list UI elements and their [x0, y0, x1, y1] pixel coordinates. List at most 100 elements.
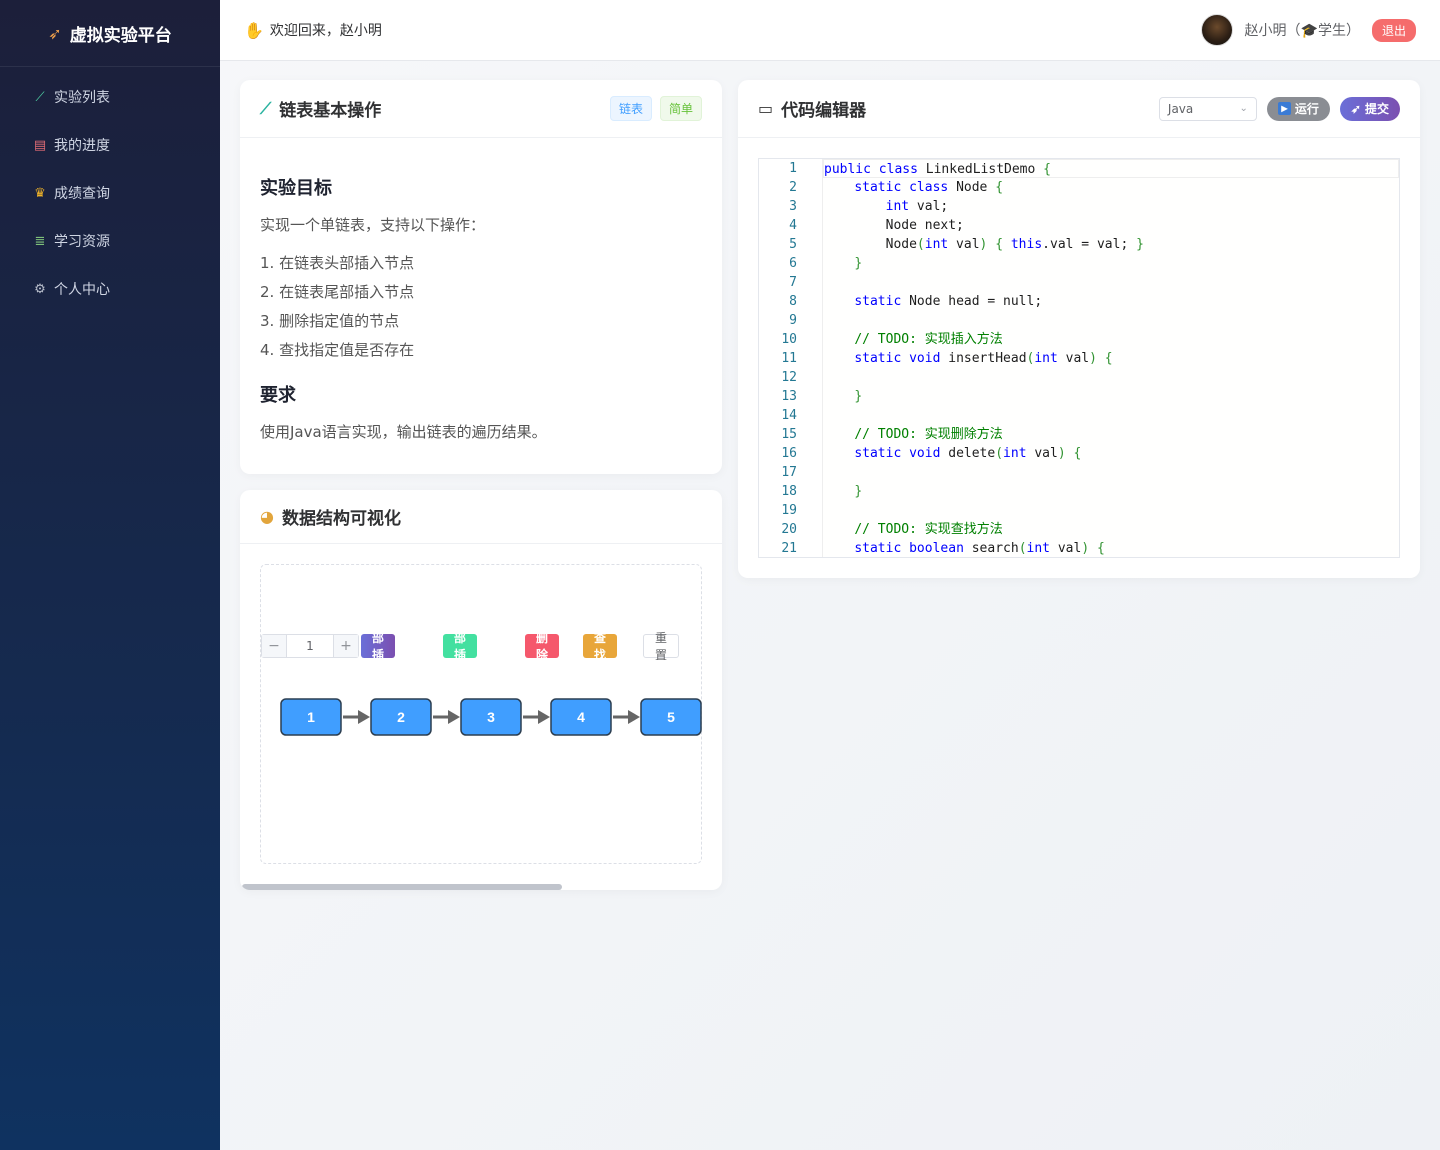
code-line[interactable]: static boolean search(int val) { — [823, 539, 1399, 557]
line-number: 13 — [781, 389, 797, 404]
line-number: 17 — [781, 465, 797, 480]
line-number: 21 — [781, 541, 797, 556]
line-number: 9 — [789, 313, 797, 328]
code-line[interactable]: static void insertHead(int val) { — [823, 349, 1399, 368]
sidebar-item-profile[interactable]: ⚙ 个人中心 — [0, 265, 220, 313]
line-number: 2 — [789, 180, 797, 195]
horizontal-scrollbar[interactable] — [242, 884, 562, 890]
line-number: 5 — [789, 237, 797, 252]
chart-icon: ▤ — [33, 137, 47, 153]
code-line[interactable] — [823, 406, 1399, 425]
insert-tail-button[interactable]: 尾部插入 — [443, 614, 478, 679]
viz-title-text: 数据结构可视化 — [281, 509, 401, 529]
list-item: 2. 在链表尾部插入节点 — [260, 283, 415, 301]
stepper-value[interactable]: 1 — [286, 635, 334, 657]
laptop-icon: ▭ — [758, 99, 774, 118]
code-editor[interactable]: 1 2 3 4 5 6 7 8 9 10 11 12 13 14 15 16 17 18 19 20 21 public… — [758, 158, 1400, 558]
submit-button[interactable]: ➶ 提交 — [1339, 96, 1400, 121]
code-line[interactable] — [823, 368, 1399, 387]
tag-difficulty: 简单 — [659, 96, 702, 121]
chevron-down-icon: ⌄ — [1239, 103, 1248, 114]
sidebar-nav: ⟋ 实验列表 ▤ 我的进度 ♛ 成绩查询 ≣ 学习资源 ⚙ 个人中心 — [0, 67, 220, 313]
stepper-plus-button[interactable]: + — [334, 635, 358, 657]
task-body: 实验目标 实现一个单链表，支持以下操作： 1. 在链表头部插入节点 2. 在链表… — [240, 138, 722, 476]
stepper-minus-button[interactable]: − — [262, 635, 286, 657]
list-arrow-head — [538, 710, 550, 724]
brand-title: 虚拟实验平台 — [69, 25, 172, 46]
goal-heading: 实验目标 — [260, 178, 332, 199]
sidebar-item-label: 成绩查询 — [54, 186, 110, 202]
list-item: 3. 删除指定值的节点 — [260, 312, 400, 330]
welcome-text: 欢迎回来，赵小明 — [269, 23, 382, 39]
sidebar-item-experiments[interactable]: ⟋ 实验列表 — [0, 73, 220, 121]
list-item: 4. 查找指定值是否存在 — [260, 341, 415, 359]
list-node-label: 3 — [487, 709, 495, 725]
sidebar-item-label: 实验列表 — [54, 90, 110, 106]
palette-icon: ◕ — [260, 507, 274, 526]
code-line[interactable]: // TODO: 实现查找方法 — [823, 520, 1399, 539]
sidebar-item-resources[interactable]: ≣ 学习资源 — [0, 217, 220, 265]
reset-button[interactable]: 重置 — [643, 631, 680, 662]
code-line[interactable]: Node(int val) { this.val = val; } — [823, 235, 1399, 254]
welcome-message: ✋ 欢迎回来，赵小明 — [244, 20, 382, 40]
editor-title-text: 代码编辑器 — [781, 101, 867, 121]
list-node-label: 1 — [307, 709, 315, 725]
tag-linked-list: 链表 — [609, 96, 652, 121]
rocket-icon: ➶ — [48, 23, 62, 43]
code-line[interactable] — [823, 273, 1399, 292]
line-number: 10 — [781, 332, 797, 347]
code-area[interactable]: public class LinkedListDemo { static cla… — [823, 159, 1399, 557]
user-area: 赵小明（🎓学生） 退出 — [1200, 14, 1416, 46]
sidebar-item-label: 我的进度 — [54, 138, 110, 154]
code-line[interactable]: static Node head = null; — [823, 292, 1399, 311]
code-line[interactable] — [823, 311, 1399, 330]
code-line[interactable]: int val; — [823, 197, 1399, 216]
line-number: 20 — [781, 522, 797, 537]
task-tags: 链表 简单 — [609, 96, 702, 121]
viz-title: ◕ 数据结构可视化 — [260, 504, 401, 529]
gear-icon: ⚙ — [34, 281, 46, 297]
test-tube-icon: ⟋ — [260, 98, 272, 118]
find-button[interactable]: 查找 — [583, 631, 618, 662]
code-line[interactable]: static class Node { — [823, 178, 1399, 197]
requirement-heading: 要求 — [260, 385, 296, 406]
editor-card-header: ▭ 代码编辑器 Java ⌄ ▶ 运行 ➶ 提交 — [738, 80, 1420, 138]
code-line[interactable]: } — [823, 387, 1399, 406]
insert-head-button[interactable]: 头部插入 — [361, 614, 396, 679]
submit-label: 提交 — [1364, 102, 1389, 116]
logout-button[interactable]: 退出 — [1371, 18, 1416, 42]
trophy-icon: ♛ — [34, 185, 46, 201]
books-icon: ≣ — [34, 233, 46, 249]
code-line[interactable]: Node next; — [823, 216, 1399, 235]
line-numbers: 1 2 3 4 5 6 7 8 9 10 11 12 13 14 15 16 17 18 19 20 21 — [759, 159, 823, 557]
sidebar-item-grades[interactable]: ♛ 成绩查询 — [0, 169, 220, 217]
delete-button[interactable]: 删除 — [525, 631, 560, 662]
avatar[interactable] — [1200, 14, 1233, 46]
task-card-header: ⟋ 链表基本操作 链表 简单 — [240, 80, 722, 138]
editor-title: ▭ 代码编辑器 — [758, 96, 866, 121]
code-line[interactable]: // TODO: 实现插入方法 — [823, 330, 1399, 349]
code-line[interactable]: } — [823, 482, 1399, 501]
linked-list-diagram: 1 2 3 4 5 — [280, 698, 702, 736]
goal-intro: 实现一个单链表，支持以下操作： — [260, 216, 486, 234]
code-line[interactable]: // TODO: 实现删除方法 — [823, 425, 1399, 444]
run-button[interactable]: ▶ 运行 — [1266, 96, 1330, 121]
line-number: 12 — [781, 370, 797, 385]
sidebar-item-progress[interactable]: ▤ 我的进度 — [0, 121, 220, 169]
line-number: 16 — [781, 446, 797, 461]
code-line[interactable]: public class LinkedListDemo { — [823, 159, 1399, 178]
code-line[interactable]: static void delete(int val) { — [823, 444, 1399, 463]
line-number: 15 — [781, 427, 797, 442]
visualization-card: ◕ 数据结构可视化 − 1 + 头部插入 尾部插入 删除 查找 重置 1 2 3 4 5 — [240, 490, 722, 890]
code-line[interactable] — [823, 463, 1399, 482]
task-title-text: 链表基本操作 — [279, 101, 382, 121]
list-node-label: 5 — [667, 709, 675, 725]
language-select[interactable]: Java ⌄ — [1158, 96, 1257, 121]
code-line[interactable]: } — [823, 254, 1399, 273]
code-line[interactable] — [823, 501, 1399, 520]
sidebar-item-label: 学习资源 — [54, 234, 110, 250]
sidebar: ➶ 虚拟实验平台 ⟋ 实验列表 ▤ 我的进度 ♛ 成绩查询 ≣ 学习资源 ⚙ 个… — [0, 0, 220, 1150]
line-number: 1 — [789, 161, 797, 176]
rocket-icon: ➶ — [1350, 101, 1361, 116]
value-stepper: − 1 + — [261, 634, 359, 658]
